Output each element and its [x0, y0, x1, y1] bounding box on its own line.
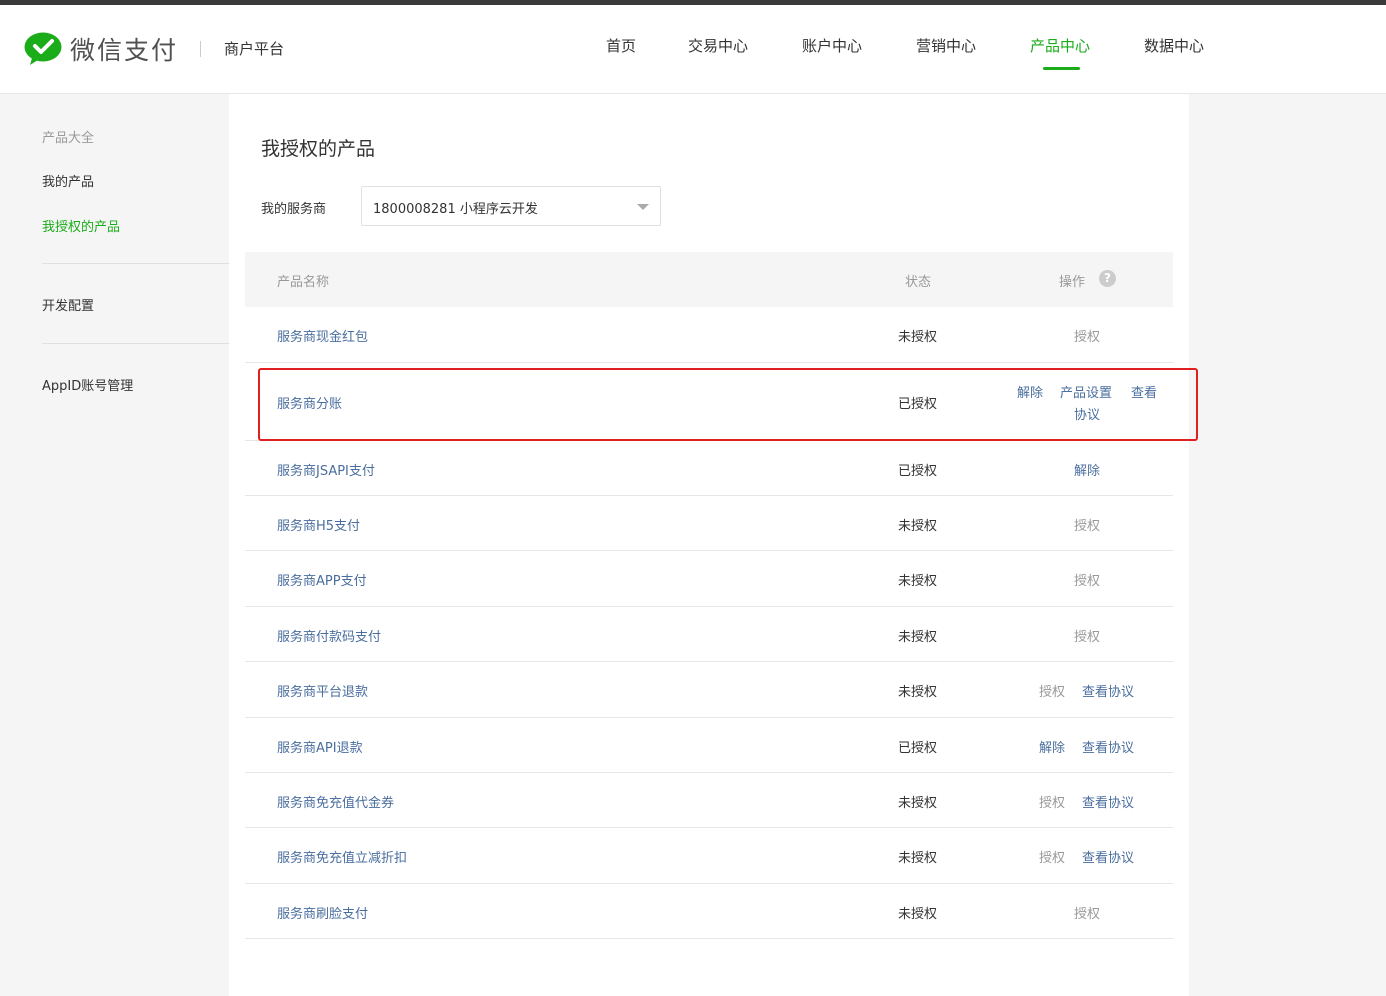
authorize-button[interactable]: 授权	[1074, 515, 1100, 534]
product-name-link[interactable]: 服务商平台退款	[277, 681, 368, 700]
product-name-link[interactable]: 服务商免充值立减折扣	[277, 847, 407, 866]
sidebar-divider	[42, 343, 229, 344]
table-row: 服务商H5支付 未授权 授权	[245, 496, 1173, 551]
product-status: 未授权	[898, 330, 938, 345]
authorize-button[interactable]: 授权	[1074, 570, 1100, 589]
nav-data[interactable]: 数据中心	[1144, 35, 1204, 56]
table-row: 服务商平台退款 未授权 授权 查看协议	[245, 662, 1173, 718]
nav-account[interactable]: 账户中心	[802, 35, 862, 56]
sidebar-item-authorized-products[interactable]: 我授权的产品	[42, 216, 120, 235]
view-agreement-link[interactable]: 查看协议	[1082, 681, 1134, 700]
products-table: 产品名称 状态 操作 ? 服务商现金红包 未授权 授权 服务商分账 已授权 解除…	[245, 252, 1173, 939]
header: 微信支付 商户平台 首页 交易中心 账户中心 营销中心 产品中心 数据中心	[0, 5, 1386, 94]
product-name-link[interactable]: 服务商刷脸支付	[277, 903, 368, 922]
header-product-name: 产品名称	[277, 275, 330, 290]
authorize-button[interactable]: 授权	[1074, 326, 1100, 345]
product-status: 已授权	[898, 741, 938, 756]
revoke-button[interactable]: 解除	[1074, 460, 1100, 479]
nav-active-indicator	[1043, 67, 1080, 70]
product-status: 未授权	[898, 630, 938, 645]
nav-products[interactable]: 产品中心	[1030, 35, 1090, 56]
product-name-link[interactable]: 服务商JSAPI支付	[277, 460, 375, 479]
authorize-button[interactable]: 授权	[1039, 681, 1065, 700]
authorize-button[interactable]: 授权	[1074, 626, 1100, 645]
view-agreement-link[interactable]: 查看协议	[1082, 847, 1134, 866]
header-status: 状态	[905, 275, 932, 290]
product-status: 未授权	[898, 574, 938, 589]
nav-marketing[interactable]: 营销中心	[916, 35, 976, 56]
product-name-link[interactable]: 服务商免充值代金券	[277, 792, 394, 811]
help-icon[interactable]: ?	[1099, 270, 1116, 287]
table-row: 服务商刷脸支付 未授权 授权	[245, 884, 1173, 939]
table-header: 产品名称 状态 操作 ?	[245, 252, 1173, 307]
authorize-button[interactable]: 授权	[1039, 847, 1065, 866]
platform-name: 商户平台	[224, 40, 285, 58]
table-row: 服务商免充值立减折扣 未授权 授权 查看协议	[245, 828, 1173, 884]
revoke-button[interactable]: 解除	[1039, 737, 1065, 756]
wechat-pay-logo-icon	[24, 32, 62, 66]
view-agreement-link[interactable]: 查看协议	[1082, 737, 1134, 756]
table-row: 服务商现金红包 未授权 授权	[245, 307, 1173, 363]
table-row: 服务商API退款 已授权 解除 查看协议	[245, 718, 1173, 773]
product-status: 未授权	[898, 851, 938, 866]
product-name-link[interactable]: 服务商付款码支付	[277, 626, 381, 645]
nav-transactions[interactable]: 交易中心	[688, 35, 748, 56]
brand-name: 微信支付	[70, 36, 179, 65]
product-status: 未授权	[898, 796, 938, 811]
view-agreement-link[interactable]: 查看协议	[1082, 792, 1134, 811]
product-status: 未授权	[898, 685, 938, 700]
sidebar-item-all-products[interactable]: 产品大全	[42, 127, 94, 146]
product-name-link[interactable]: 服务商API退款	[277, 737, 363, 756]
table-row: 服务商APP支付 未授权 授权	[245, 551, 1173, 607]
product-name-link[interactable]: 服务商H5支付	[277, 515, 360, 534]
sidebar-item-appid-management[interactable]: AppID账号管理	[42, 375, 133, 394]
sidebar: 产品大全 我的产品 我授权的产品 开发配置 AppID账号管理	[0, 94, 229, 996]
authorize-button[interactable]: 授权	[1074, 903, 1100, 922]
product-name-link[interactable]: 服务商分账	[277, 393, 342, 412]
product-status: 未授权	[898, 519, 938, 534]
revoke-button[interactable]: 解除	[1017, 382, 1043, 401]
main-panel: 我授权的产品 我的服务商 1800008281 小程序云开发 产品名称 状态 操…	[229, 94, 1189, 996]
view-agreement-link[interactable]: 查看	[1131, 382, 1157, 401]
sidebar-divider	[42, 263, 229, 264]
header-action: 操作	[1059, 275, 1086, 290]
brand-logo[interactable]: 微信支付	[24, 31, 178, 67]
logo-divider	[200, 41, 201, 57]
sidebar-item-dev-config[interactable]: 开发配置	[42, 295, 94, 314]
table-row: 服务商付款码支付 未授权 授权	[245, 607, 1173, 662]
sidebar-item-my-products[interactable]: 我的产品	[42, 171, 94, 190]
table-row: 服务商分账 已授权 解除 产品设置 查看 协议	[245, 363, 1173, 441]
provider-select-value: 1800008281 小程序云开发	[373, 202, 538, 217]
product-status: 未授权	[898, 907, 938, 922]
authorize-button[interactable]: 授权	[1039, 792, 1065, 811]
view-agreement-link-continued[interactable]: 协议	[1074, 404, 1100, 423]
table-row: 服务商JSAPI支付 已授权 解除	[245, 441, 1173, 496]
product-name-link[interactable]: 服务商现金红包	[277, 326, 368, 345]
table-row: 服务商免充值代金券 未授权 授权 查看协议	[245, 773, 1173, 828]
product-settings-button[interactable]: 产品设置	[1060, 382, 1112, 401]
provider-select[interactable]: 1800008281 小程序云开发	[361, 186, 661, 226]
provider-label: 我的服务商	[261, 202, 327, 217]
product-status: 已授权	[898, 464, 938, 479]
nav-home[interactable]: 首页	[606, 35, 636, 56]
page-title: 我授权的产品	[261, 138, 376, 160]
chevron-down-icon	[637, 204, 649, 210]
product-status: 已授权	[898, 397, 938, 412]
product-name-link[interactable]: 服务商APP支付	[277, 570, 367, 589]
